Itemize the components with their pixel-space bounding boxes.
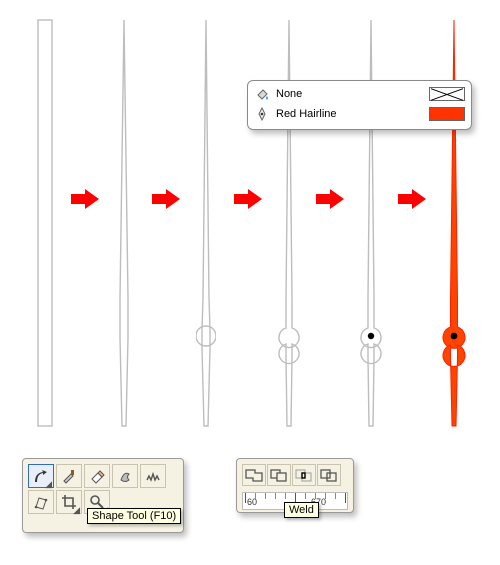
outline-swatch-red[interactable]: [429, 107, 465, 121]
stage-3-narrow: [196, 18, 216, 428]
knife-tool-button[interactable]: [56, 464, 82, 488]
intersect-icon: [295, 467, 313, 483]
stage-2-taper: [114, 18, 134, 428]
stage-1-rectangle: [36, 18, 54, 428]
trim-icon: [270, 467, 288, 483]
roughen-tool-button[interactable]: [140, 464, 166, 488]
step-arrow: [234, 189, 262, 209]
step-arrow: [71, 189, 99, 209]
weld-icon: [245, 467, 263, 483]
simplify-button[interactable]: [317, 464, 341, 486]
fill-row[interactable]: None: [254, 85, 465, 103]
simplify-icon: [320, 467, 338, 483]
fill-swatch-none[interactable]: [429, 87, 465, 101]
free-transform-button[interactable]: [28, 490, 54, 514]
shape-tool-button[interactable]: ◢: [28, 464, 54, 488]
smudge-icon: [117, 468, 133, 484]
crop-tool-button[interactable]: ◢: [56, 490, 82, 514]
step-arrow: [398, 189, 426, 209]
fill-label: None: [276, 88, 429, 100]
smudge-tool-button[interactable]: [112, 464, 138, 488]
paint-bucket-icon: [254, 86, 270, 102]
intersect-button[interactable]: [292, 464, 316, 486]
roughen-icon: [145, 468, 161, 484]
step-arrow: [316, 189, 344, 209]
weld-button[interactable]: [242, 464, 266, 486]
object-properties-popup: None Red Hairline: [247, 80, 472, 130]
shape-tool-tooltip: Shape Tool (F10): [87, 508, 181, 524]
pen-nib-icon: [254, 106, 270, 122]
outline-label: Red Hairline: [276, 108, 429, 120]
free-transform-icon: [33, 494, 49, 510]
eraser-tool-button[interactable]: [84, 464, 110, 488]
knife-icon: [61, 468, 77, 484]
outline-row[interactable]: Red Hairline: [254, 105, 465, 123]
step-arrow: [152, 189, 180, 209]
weld-tooltip: Weld: [284, 502, 319, 518]
eraser-icon: [89, 468, 105, 484]
trim-button[interactable]: [267, 464, 291, 486]
